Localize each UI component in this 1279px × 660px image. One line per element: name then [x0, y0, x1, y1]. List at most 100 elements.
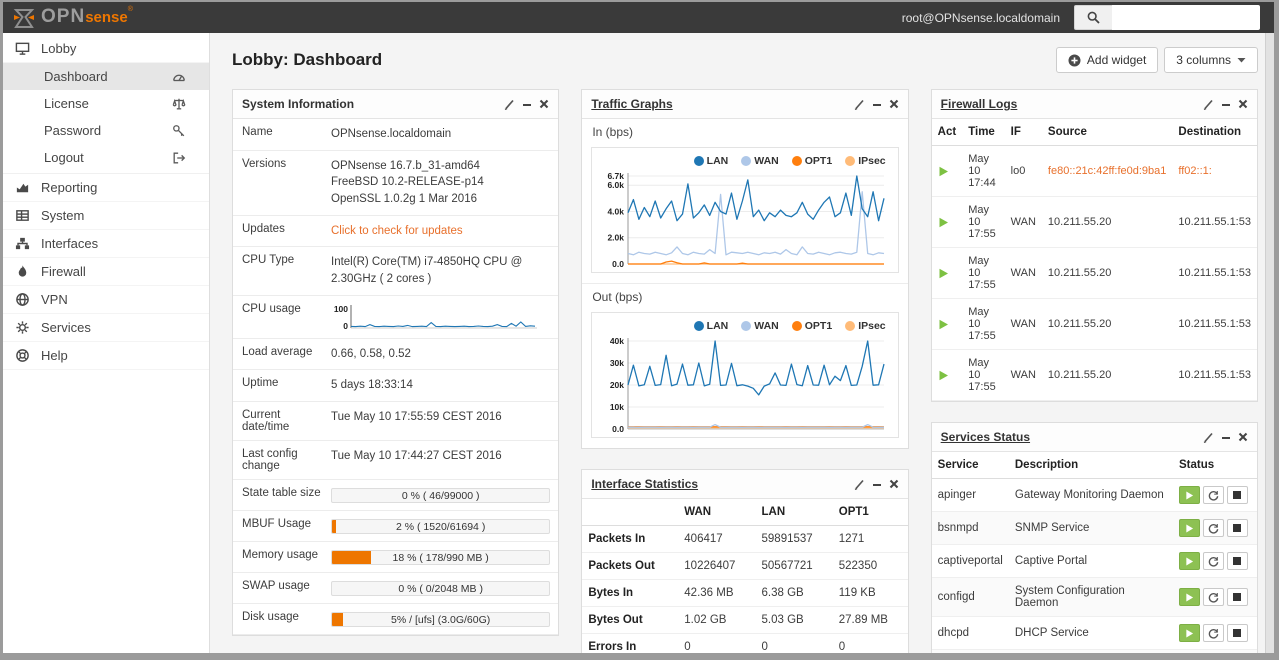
service-stop-button[interactable] [1226, 624, 1248, 642]
legend-item-lan[interactable]: LAN [693, 320, 728, 332]
service-restart-button[interactable] [1202, 519, 1224, 537]
page-title: Lobby: Dashboard [232, 50, 383, 69]
check-updates-link[interactable]: Click to check for updates [331, 225, 463, 237]
legend-item-wan[interactable]: WAN [741, 155, 779, 167]
service-row: ntpd NTP clock sync [931, 649, 1257, 653]
columns-select[interactable]: 3 columns [1164, 47, 1258, 73]
sidebar-subitem-logout[interactable]: Logout [3, 144, 209, 171]
interface-statistics-title[interactable]: Interface Statistics [591, 477, 698, 491]
line-chart: 40k 30k 20k 10k 0.0 [594, 333, 891, 435]
service-restart-button[interactable] [1202, 624, 1224, 642]
system-info-label: Load average [242, 345, 313, 358]
sidebar-item-vpn[interactable]: VPN [3, 286, 209, 314]
minimize-icon[interactable] [1221, 432, 1231, 442]
sidebar-item-lobby[interactable]: Lobby [3, 35, 209, 63]
system-info-label: MBUF Usage [242, 518, 312, 531]
ifstat-label: Packets In [582, 525, 679, 553]
scrollbar[interactable] [1265, 33, 1274, 653]
sidebar-item-reporting[interactable]: Reporting [3, 174, 209, 202]
traffic-graphs-panel: Traffic Graphs In (bps) LAN WAN OPT1 IPs… [581, 89, 909, 449]
cpu-usage-sparkline: 100 0 [331, 303, 550, 331]
opnsense-logo[interactable]: OPN sense ® [3, 6, 133, 30]
sidebar-subitem-license[interactable]: License [3, 90, 209, 117]
legend-item-wan[interactable]: WAN [741, 320, 779, 332]
edit-icon[interactable] [854, 99, 865, 110]
service-running-indicator[interactable] [1178, 486, 1200, 504]
search-button[interactable] [1074, 5, 1112, 30]
logo-text-opn: OPN [41, 5, 86, 27]
minimize-icon[interactable] [872, 479, 882, 489]
sidebar-item-help[interactable]: Help [3, 342, 209, 370]
system-info-label: CPU Type [242, 254, 295, 267]
fwlog-time: May 10 17:55 [962, 247, 1005, 299]
usage-progress-text: 0 % ( 46/99000 ) [401, 490, 480, 503]
edit-icon[interactable] [1203, 99, 1214, 110]
services-status-title[interactable]: Services Status [941, 430, 1030, 444]
edit-icon[interactable] [504, 99, 515, 110]
pass-icon[interactable] [938, 319, 957, 330]
svg-text:0.0: 0.0 [613, 259, 625, 269]
fwlog-column-header: IF [1004, 119, 1042, 146]
service-stop-button[interactable] [1226, 588, 1248, 606]
svg-text:2.0k: 2.0k [608, 233, 625, 243]
service-running-indicator[interactable] [1178, 588, 1200, 606]
ifstat-label: Bytes Out [582, 606, 679, 634]
tachometer-icon [170, 70, 187, 84]
service-stop-button[interactable] [1226, 552, 1248, 570]
system-info-value: Tue May 10 17:44:27 CEST 2016 [331, 450, 502, 463]
desktop-icon [14, 41, 31, 56]
fwlog-destination: 10.211.55.1:53 [1172, 247, 1257, 299]
edit-icon[interactable] [854, 479, 865, 490]
service-stop-button[interactable] [1226, 486, 1248, 504]
add-widget-button[interactable]: Add widget [1055, 47, 1159, 73]
system-info-row: Last config change Tue May 10 17:44:27 CE… [233, 441, 559, 481]
service-name: dhcpd [931, 616, 1009, 650]
system-info-row: Current date/time Tue May 10 17:55:59 CES… [233, 402, 559, 442]
fwlog-row: May 10 17:55 WAN 10.211.55.20 10.211.55.… [931, 196, 1257, 248]
service-stop-button[interactable] [1226, 519, 1248, 537]
system-info-label: Name [242, 126, 273, 138]
close-icon[interactable] [1238, 99, 1248, 109]
service-column-header: Description [1008, 452, 1173, 479]
sidebar-item-interfaces[interactable]: Interfaces [3, 230, 209, 258]
system-info-row: Versions OPNsense 16.7.b_31-amd64 FreeBSD … [233, 151, 559, 216]
svg-text:10k: 10k [610, 402, 624, 412]
legend-item-ipsec[interactable]: IPsec [845, 320, 886, 332]
minimize-icon[interactable] [872, 99, 882, 109]
fwlog-time: May 10 17:55 [962, 298, 1005, 350]
service-restart-button[interactable] [1202, 588, 1224, 606]
service-restart-button[interactable] [1202, 486, 1224, 504]
close-icon[interactable] [889, 479, 899, 489]
service-restart-button[interactable] [1202, 552, 1224, 570]
traffic-graphs-title[interactable]: Traffic Graphs [591, 97, 672, 111]
svg-text:0: 0 [343, 321, 348, 331]
firewall-logs-title[interactable]: Firewall Logs [941, 97, 1018, 111]
minimize-icon[interactable] [522, 99, 532, 109]
service-description: SNMP Service [1008, 511, 1173, 545]
service-running-indicator[interactable] [1178, 624, 1200, 642]
sidebar-item-system[interactable]: System [3, 202, 209, 230]
pass-icon[interactable] [938, 370, 957, 381]
ifstat-column-header: OPT1 [832, 499, 908, 526]
search-icon [1087, 11, 1100, 24]
search-input[interactable] [1112, 5, 1260, 30]
close-icon[interactable] [889, 99, 899, 109]
pass-icon[interactable] [938, 268, 957, 279]
system-info-value: Intel(R) Core(TM) i7-4850HQ CPU @ 2.30GH… [331, 256, 523, 286]
close-icon[interactable] [1238, 432, 1248, 442]
edit-icon[interactable] [1203, 432, 1214, 443]
legend-item-ipsec[interactable]: IPsec [845, 155, 886, 167]
legend-item-opt1[interactable]: OPT1 [791, 320, 832, 332]
service-running-indicator[interactable] [1178, 519, 1200, 537]
legend-item-lan[interactable]: LAN [693, 155, 728, 167]
sidebar-item-services[interactable]: Services [3, 314, 209, 342]
sidebar-item-firewall[interactable]: Firewall [3, 258, 209, 286]
close-icon[interactable] [539, 99, 549, 109]
pass-icon[interactable] [938, 166, 957, 177]
minimize-icon[interactable] [1221, 99, 1231, 109]
sidebar-subitem-dashboard[interactable]: Dashboard [3, 63, 209, 90]
legend-item-opt1[interactable]: OPT1 [791, 155, 832, 167]
pass-icon[interactable] [938, 217, 957, 228]
sidebar-subitem-password[interactable]: Password [3, 117, 209, 144]
service-running-indicator[interactable] [1178, 552, 1200, 570]
